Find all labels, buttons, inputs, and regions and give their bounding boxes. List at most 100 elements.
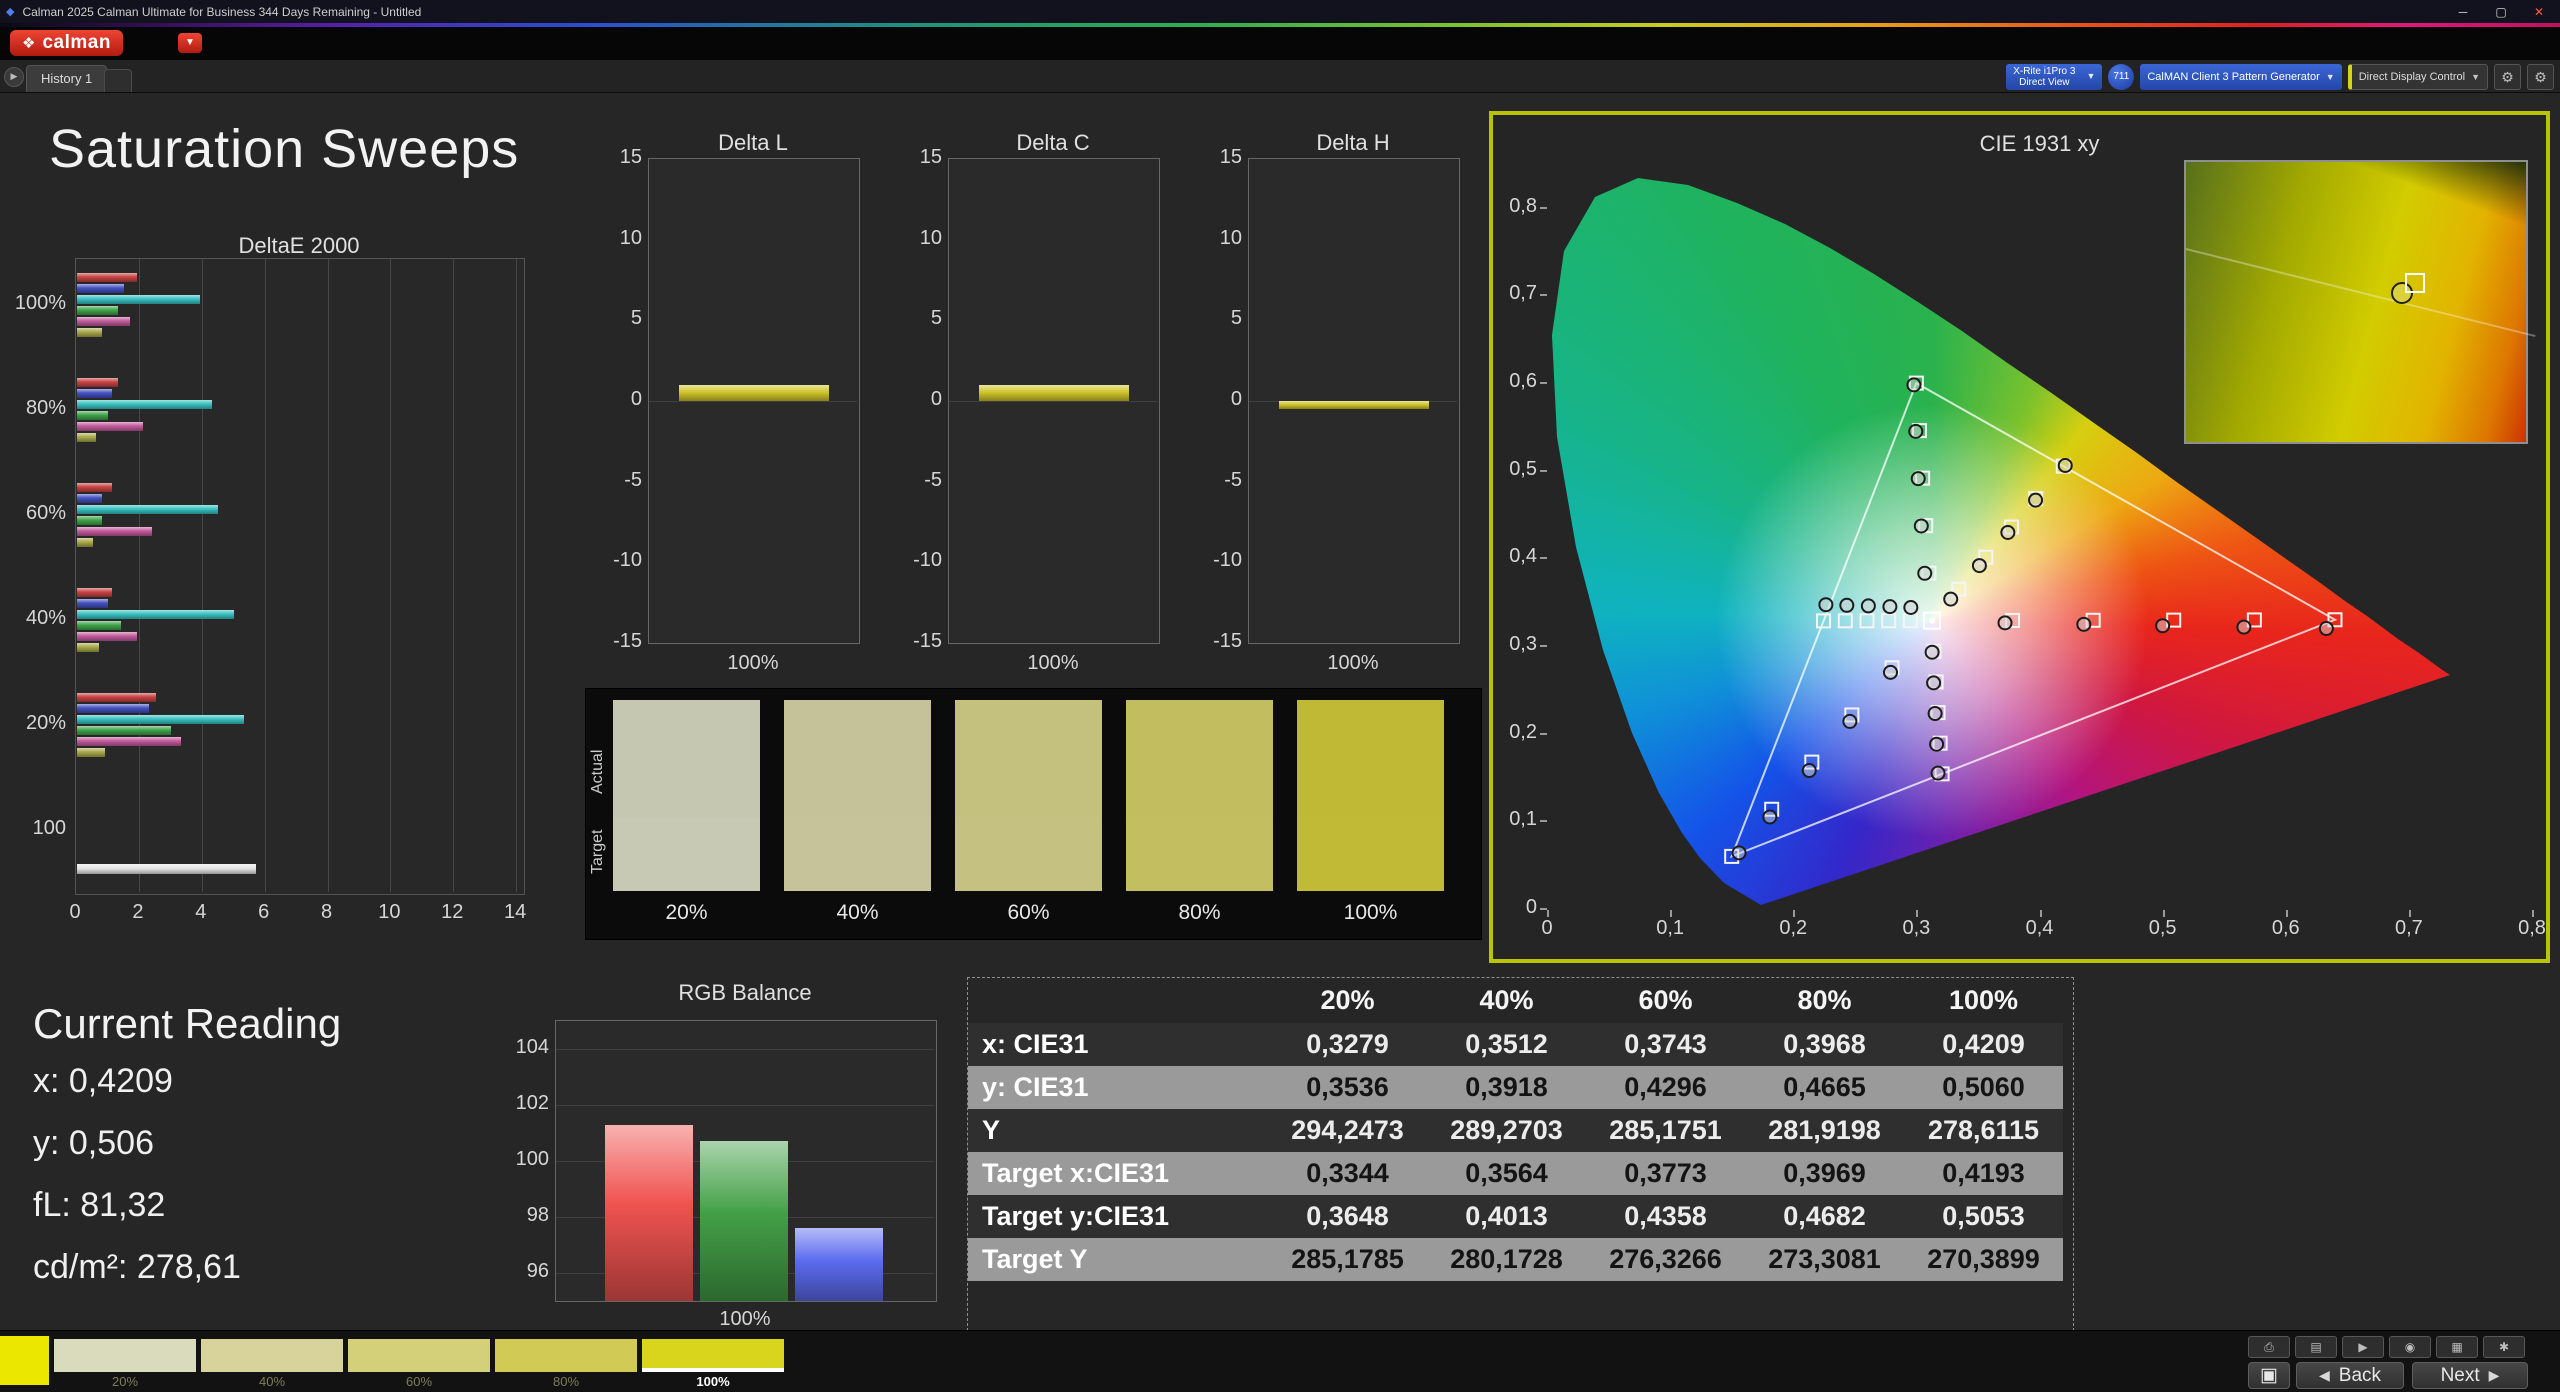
cie-y-tickmark [1540,294,1547,296]
magenta-measured-marker [1926,646,1939,659]
tab-stub[interactable] [104,69,132,92]
magenta-measured-marker [1930,738,1943,751]
strip-swatch-80%[interactable] [495,1339,637,1372]
deltae-group-label: 100% [8,292,66,315]
yellow-measured-marker [1973,559,1986,572]
tool-button-5[interactable]: ▦ [2436,1336,2478,1358]
next-button[interactable]: Next ▶ [2412,1362,2528,1389]
current-reading-title: Current Reading [33,1000,503,1048]
strip-swatch-60%[interactable] [348,1339,490,1372]
display-control-button[interactable]: Direct Display Control ▼ [2348,64,2488,90]
tool-button-2[interactable]: ▤ [2295,1336,2337,1358]
gamut-edge-line [2186,248,2536,337]
deltaC-y-tick-label: -10 [900,549,942,572]
green-measured-marker [1912,472,1925,485]
results-table-header: 20% [1268,978,1427,1023]
deltaH-y-tick-label: -10 [1200,549,1242,572]
settings-gear-button[interactable]: ⚙ [2494,64,2521,90]
deltae-bar [77,704,149,713]
cie-1931-panel: CIE 1931 xy 00,10,20,30,40,50,60,70,800,… [1489,111,2550,963]
close-button[interactable]: ✕ [2524,5,2554,19]
tab-history-1[interactable]: History 1 [26,65,107,92]
cie-y-tickmark [1540,733,1547,735]
workflow-gear-button[interactable]: ⚙ [2527,64,2554,90]
deltaC-y-tick-label: -5 [900,469,942,492]
cie-y-tick-label: 0,2 [1495,721,1537,744]
chevron-down-icon: ▼ [2086,71,2095,82]
cie-x-tick-label: 0,3 [1891,917,1941,940]
deltae-x-tick-label: 8 [307,901,347,924]
results-table-cell: 278,6115 [1904,1109,2063,1152]
back-button[interactable]: ◀ Back [2296,1362,2404,1389]
results-table-grid: 20%40%60%80%100%x: CIE310,32790,35120,37… [968,978,2073,1281]
cyan-measured-marker [1840,599,1853,612]
calman-logo-button[interactable]: ❖ calman [10,30,123,56]
minimize-button[interactable]: ─ [2448,5,2478,19]
strip-swatch-label: 20% [54,1374,196,1389]
strip-swatch-20%[interactable] [54,1339,196,1372]
meter-status-badge[interactable]: 711 [2108,64,2134,90]
deltae-group-label: 20% [8,712,66,735]
cie-y-tickmark [1540,557,1547,559]
deltae-bar [77,621,121,630]
results-table-cell: 0,3969 [1745,1152,1904,1195]
cie-zoom-inset [2184,160,2528,444]
target-swatch [1297,817,1444,891]
cyan-measured-marker [1819,598,1832,611]
deltaL-y-tick-label: 5 [600,307,642,330]
calman-menu-button[interactable]: ▼ [178,33,202,53]
cie-y-tick-label: 0,3 [1495,633,1537,656]
deltaL-x-label: 100% [648,652,858,675]
strip-swatch-100%[interactable] [642,1339,784,1372]
cie-y-tick-label: 0,7 [1495,282,1537,305]
cie-x-tickmark [2409,910,2411,917]
history-nav-button[interactable]: ▶ [4,67,24,87]
delta-l-chart: Delta L151050-5-10-15100% [600,130,900,685]
maximize-button[interactable]: ▢ [2486,5,2516,19]
cie-y-tickmark [1540,820,1547,822]
swatch-percent-label: 60% [955,901,1102,925]
tool-button-1[interactable]: ⎙ [2248,1336,2290,1358]
deltaC-y-tick-label: 5 [900,307,942,330]
tool-button-3[interactable]: ▶ [2342,1336,2384,1358]
deltae-bar [77,737,181,746]
cyan-target-marker [1861,614,1874,627]
strip-swatch-label: 60% [348,1374,490,1389]
deltaL-plot-area [648,158,860,644]
magenta-measured-marker [1927,676,1940,689]
deltae-bar [77,378,118,387]
deltae-plot-area [75,258,525,895]
blue-measured-marker [1884,666,1897,679]
actual-swatch [955,700,1102,817]
strip-swatch-40%[interactable] [201,1339,343,1372]
meter-name: X-Rite i1Pro 3 [2013,66,2075,77]
target-swatch [784,817,931,891]
stop-button[interactable]: ▣ [2248,1362,2290,1389]
reading-fl: fL: 81,32 [33,1186,165,1225]
tool-button-4[interactable]: ◉ [2389,1336,2431,1358]
pattern-generator-button[interactable]: CalMAN Client 3 Pattern Generator ▼ [2140,64,2341,90]
tab-row: ▶ History 1 X-Rite i1Pro 3 Direct View ▼… [0,60,2560,93]
delta-c-chart: Delta C151050-5-10-15100% [900,130,1200,685]
deltae-gridline [328,259,329,892]
inset-target-marker [2405,273,2425,293]
results-table-cell: 0,5060 [1904,1066,2063,1109]
cie-y-tickmark [1540,470,1547,472]
results-table-cell: 0,3648 [1268,1195,1427,1238]
current-patch-swatch [0,1336,49,1385]
deltae-bar [77,295,200,304]
red-measured-marker [2156,619,2169,632]
rgb-gridline [556,1049,934,1050]
meter-device-button[interactable]: X-Rite i1Pro 3 Direct View ▼ [2006,64,2102,90]
deltae-gridline [453,259,454,892]
results-table-cell: 294,2473 [1268,1109,1427,1152]
deltae-bar [77,527,152,536]
deltae-bar [77,632,137,641]
results-table-cell: 0,3743 [1586,1023,1745,1066]
results-table-row-label: x: CIE31 [968,1023,1268,1066]
blue-measured-marker [1733,846,1746,859]
app-icon: ◆ [6,5,14,18]
cie-x-tickmark [1916,910,1918,917]
red-measured-marker [2077,618,2090,631]
tool-button-6[interactable]: ✱ [2483,1336,2525,1358]
